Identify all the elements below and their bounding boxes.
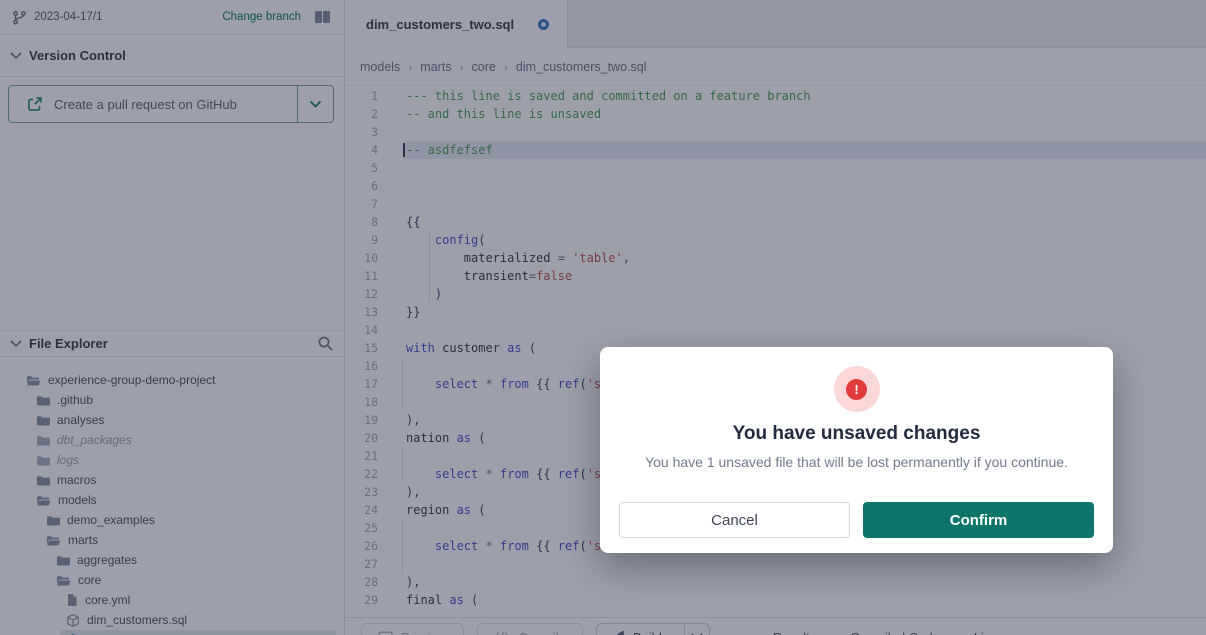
modal-title: You have unsaved changes — [600, 423, 1113, 445]
dbt-cloud-ide: 2023-04-17/1 Change branch Version Contr… — [0, 0, 1206, 635]
unsaved-changes-modal: ! You have unsaved changes You have 1 un… — [600, 347, 1113, 553]
modal-actions: Cancel Confirm — [619, 502, 1094, 538]
confirm-button[interactable]: Confirm — [863, 502, 1094, 538]
cancel-button[interactable]: Cancel — [619, 502, 850, 538]
modal-message: You have 1 unsaved file that will be los… — [600, 454, 1113, 470]
alert-exclamation-icon: ! — [834, 366, 880, 412]
